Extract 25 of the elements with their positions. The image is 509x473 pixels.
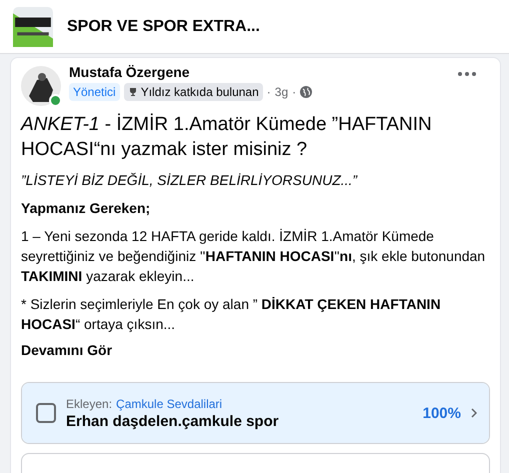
chevron-icon <box>471 408 477 418</box>
added-by-label: Ekleyen: <box>66 396 112 410</box>
group-name[interactable]: SPOR VE SPOR EXTRA... <box>67 18 260 36</box>
avatar-icon[interactable] <box>21 66 61 106</box>
post-paragraph: 1 – Yeni sezonda 12 HAFTA geride kaldı. İZMİR 1.Amatör Kümede seyrettiğiniz ve beğendiğiniz ''HAFTANIN HOCASI''nı, şık ekle butonundan TAKIMINI yazarak ekleyin... <box>21 227 486 286</box>
poll-option[interactable]: Ekleyen: Çamkule Sevdalilari Erhan daşdelen.çamkule spor 100% <box>21 382 490 444</box>
post-title: ANKET-1 - İZMİR 1.Amatör Kümede ”HAFTANIN HOCASI“nı yazmak ister misiniz ? <box>21 112 433 162</box>
vote-percent: 100% <box>422 404 461 422</box>
badge-label: Yıldız katkıda bulunan <box>140 85 259 99</box>
globe-icon <box>300 86 312 98</box>
see-more-link[interactable]: Devamını Gör <box>21 342 112 358</box>
post-paragraph: ”LİSTEYİ BİZ DEĞİL, SİZLER BELİRLİYORSUNUZ...” <box>21 171 358 190</box>
separator-dot: · <box>266 85 271 99</box>
trophy-icon <box>128 87 138 97</box>
more-icon <box>458 72 476 76</box>
option-label: Erhan daşdelen.çamkule spor <box>66 412 280 430</box>
added-by-link[interactable]: Çamkule Sevdalilari <box>116 396 222 410</box>
author-name[interactable]: Mustafa Özergene <box>69 64 446 80</box>
separator-dot: · <box>292 85 296 99</box>
post-paragraph: Yapmanız Gereken; <box>21 199 152 218</box>
group-logo-icon[interactable] <box>13 6 53 46</box>
admin-badge: Yönetici <box>69 83 120 101</box>
post-time[interactable]: 3g <box>274 85 288 99</box>
option-checkbox[interactable] <box>36 403 56 423</box>
post-paragraph: * Sizlerin seçimleriyle En çok oy alan ” DİKKAT ÇEKEN HAFTANIN HOCASI“ ortaya çıksın... <box>21 295 442 334</box>
